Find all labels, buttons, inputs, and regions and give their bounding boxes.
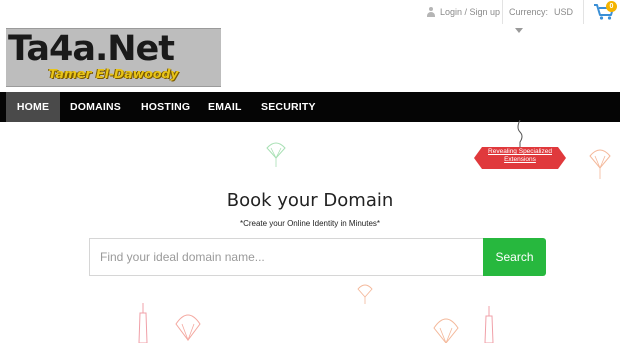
site-logo[interactable]: Ta4a.Net Tamer El-Dawoody xyxy=(6,28,221,87)
promo-line2: Extensions xyxy=(504,156,536,163)
nav-item-security[interactable]: SECURITY xyxy=(261,92,316,122)
domain-search-input[interactable] xyxy=(89,238,483,276)
rocket-decoration-icon xyxy=(484,306,494,343)
page-title: Book your Domain xyxy=(226,190,394,211)
nav-item-email[interactable]: EMAIL xyxy=(208,92,242,122)
balloon-decoration-icon xyxy=(589,149,611,179)
top-utility-bar: Login / Sign up Currency: USD 0 xyxy=(0,0,620,24)
balloon-decoration-icon xyxy=(266,142,286,167)
nav-item-hosting[interactable]: HOSTING xyxy=(141,92,190,122)
main-navigation: HOME DOMAINS HOSTING EMAIL SECURITY xyxy=(0,92,620,122)
promo-line1: Revealing Specialized xyxy=(488,148,552,155)
currency-value: USD xyxy=(554,7,574,17)
topbar-divider xyxy=(502,0,503,24)
logo-title: Ta4a.Net xyxy=(8,29,175,69)
topbar-divider xyxy=(583,0,584,24)
nav-item-domains[interactable]: DOMAINS xyxy=(70,92,121,122)
balloon-decoration-icon xyxy=(357,284,373,304)
balloon-decoration-icon xyxy=(175,314,201,342)
currency-dropdown-caret-icon[interactable] xyxy=(515,28,523,33)
login-signup-link[interactable]: Login / Sign up xyxy=(426,4,500,20)
rocket-decoration-icon xyxy=(138,303,148,343)
nav-item-home[interactable]: HOME xyxy=(6,92,60,122)
page-tagline: *Create your Online Identity in Minutes* xyxy=(239,219,381,228)
logo-subtitle: Tamer El-Dawoody xyxy=(48,66,179,81)
cart-count-badge: 0 xyxy=(606,1,617,12)
currency-label: Currency: xyxy=(509,7,549,17)
search-button[interactable]: Search xyxy=(483,238,546,276)
balloon-decoration-icon xyxy=(433,318,459,343)
promo-specialized-extensions-link[interactable]: Revealing Specialized Extensions xyxy=(474,145,566,171)
user-icon xyxy=(426,7,436,17)
currency-selector[interactable]: Currency: USD xyxy=(509,4,573,20)
hanging-string-icon xyxy=(517,120,523,148)
login-label: Login / Sign up xyxy=(440,7,501,17)
